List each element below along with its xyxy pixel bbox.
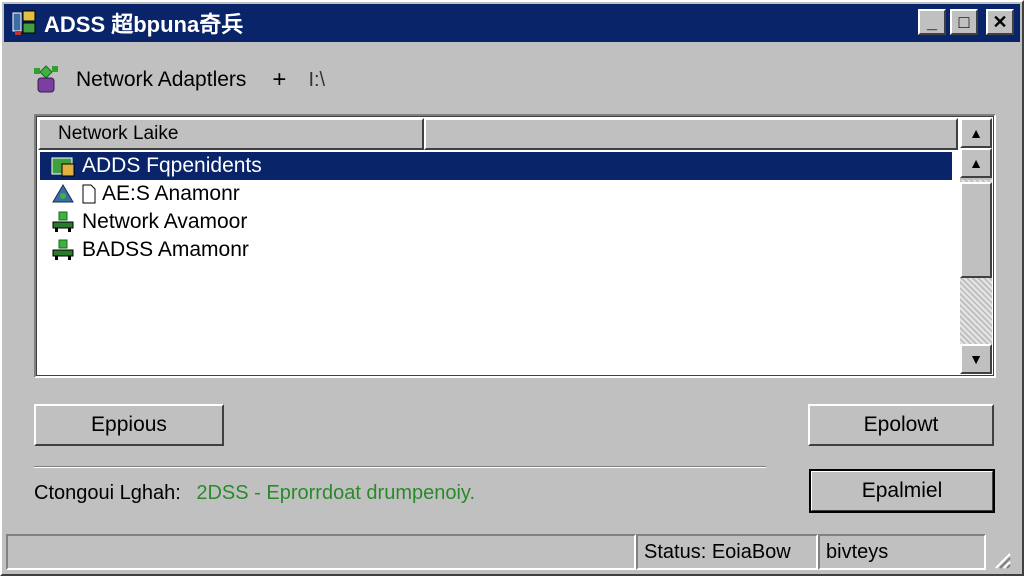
status-bar: Status: EoiaBow bivteys [6, 534, 1018, 570]
list-item-label: BADSS Amamonr [82, 238, 249, 261]
status-panel-extra: bivteys [818, 534, 986, 570]
status-panel-status: Status: EoiaBow [636, 534, 818, 570]
scroll-down-button[interactable]: ▼ [960, 344, 992, 374]
window-title: ADSS 超bpuna奇兵 [44, 12, 244, 37]
scroll-up-button[interactable]: ▲ [960, 118, 992, 148]
default-action-button[interactable]: Epalmiel [809, 469, 995, 513]
document-icon [82, 184, 96, 204]
left-action-button[interactable]: Eppious [34, 404, 224, 446]
minimize-button[interactable]: _ [918, 9, 946, 35]
close-icon: ✕ [992, 11, 1008, 32]
list-rows: ADDS Fqpenidents AE:S Anamonr Network Av… [40, 152, 952, 264]
scroll-thumb[interactable] [960, 182, 992, 278]
arrow-up-icon: ▲ [969, 155, 983, 171]
maximize-icon: □ [958, 11, 970, 32]
list-item[interactable]: Network Avamoor [40, 208, 952, 236]
connection-info: Ctongoui Lghah: 2DSS - Eprorrdoat drumpe… [34, 482, 475, 505]
app-icon [10, 8, 40, 38]
connection-label: Ctongoui Lghah: [34, 482, 181, 504]
heading-label: Network Adaptlers [76, 68, 247, 91]
list-item[interactable]: AE:S Anamonr [40, 180, 952, 208]
window-controls: _ □ ✕ [918, 9, 1014, 35]
folder-network-icon [48, 153, 78, 179]
status-panel-main [6, 534, 636, 570]
list-item[interactable]: ADDS Fqpenidents [40, 152, 952, 180]
list-item-label: Network Avamoor [82, 210, 248, 233]
list-item[interactable]: BADSS Amamonr [40, 236, 952, 264]
column-header-name[interactable]: Network Laike [38, 118, 424, 150]
minimize-icon: _ [926, 11, 937, 32]
network-adapter-icon [34, 65, 58, 93]
app-window: ADSS 超bpuna奇兵 _ □ ✕ Network Adaptlers + … [0, 0, 1024, 576]
column-header-blank[interactable] [424, 118, 958, 150]
heading-extra-text: I:\ [308, 68, 326, 91]
vertical-scrollbar[interactable]: ▲ ▲ ▼ [960, 118, 992, 374]
close-button[interactable]: ✕ [986, 9, 1014, 35]
list-item-label: AE:S Anamonr [102, 182, 240, 205]
network-adapter-icon [48, 209, 78, 235]
arrow-up-icon: ▲ [969, 125, 983, 141]
arrow-down-icon: ▼ [969, 351, 983, 367]
list-header: Network Laike [38, 118, 958, 150]
maximize-button[interactable]: □ [950, 9, 978, 35]
section-heading: Network Adaptlers + I:\ [30, 60, 325, 100]
network-tree-icon [48, 181, 78, 207]
network-adapter-icon [48, 237, 78, 263]
add-icon[interactable]: + [272, 66, 286, 94]
separator [34, 466, 766, 468]
adapter-list[interactable]: Network Laike ADDS Fqpenidents AE:S Anam… [34, 114, 996, 378]
resize-grip-icon[interactable] [986, 534, 1012, 570]
list-item-label: ADDS Fqpenidents [82, 154, 262, 177]
connection-value: 2DSS - Eprorrdoat drumpenoiy. [196, 482, 476, 504]
title-bar[interactable]: ADSS 超bpuna奇兵 _ □ ✕ [4, 4, 1020, 42]
right-action-button[interactable]: Epolowt [808, 404, 994, 446]
scroll-up-button-secondary[interactable]: ▲ [960, 148, 992, 178]
